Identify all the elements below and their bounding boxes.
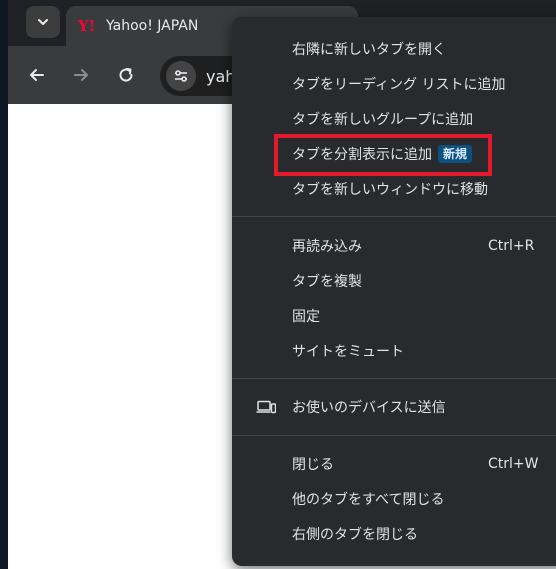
menu-separator [232, 378, 556, 379]
menu-item-close-tabs-right[interactable]: 右側のタブを閉じる [232, 518, 556, 550]
menu-item-shortcut: Ctrl+R [488, 238, 535, 254]
menu-item-mute-site[interactable]: サイトをミュート [232, 335, 556, 367]
menu-item-reload[interactable]: 再読み込み Ctrl+R [232, 230, 556, 262]
menu-item-label: タブを新しいグループに追加 [292, 112, 474, 128]
menu-item-add-to-reading-list[interactable]: タブをリーディング リストに追加 [232, 68, 556, 100]
menu-item-shortcut: Ctrl+W [488, 456, 539, 472]
menu-item-add-to-new-group[interactable]: タブを新しいグループに追加 [232, 103, 556, 135]
tab-search-button[interactable] [26, 6, 60, 38]
menu-item-label: 再読み込み [292, 239, 362, 255]
arrow-left-icon [30, 69, 44, 81]
menu-item-send-to-devices[interactable]: お使いのデバイスに送信 [232, 391, 556, 423]
menu-item-add-to-split-view[interactable]: タブを分割表示に追加 新規 [232, 138, 556, 170]
reload-icon [119, 68, 133, 82]
devices-icon [256, 400, 276, 414]
menu-item-label: 固定 [292, 309, 320, 325]
tab-title: Yahoo! JAPAN [106, 18, 199, 34]
url-text: yah [206, 66, 236, 86]
menu-item-duplicate[interactable]: タブを複製 [232, 265, 556, 297]
site-info-button[interactable] [166, 61, 196, 91]
menu-item-pin[interactable]: 固定 [232, 300, 556, 332]
forward-button[interactable] [68, 62, 94, 88]
menu-item-new-tab-right[interactable]: 右隣に新しいタブを開く [232, 33, 556, 65]
tab-context-menu: 右隣に新しいタブを開く タブをリーディング リストに追加 タブを新しいグループに… [232, 17, 556, 566]
chevron-down-icon [38, 19, 48, 25]
menu-separator [232, 216, 556, 217]
menu-item-label: 他のタブをすべて閉じる [292, 492, 445, 508]
tune-icon [175, 70, 187, 82]
menu-item-label: タブを複製 [292, 274, 362, 290]
reload-button[interactable] [113, 62, 139, 88]
menu-item-close[interactable]: 閉じる Ctrl+W [232, 448, 556, 480]
window-edge [0, 0, 8, 569]
menu-item-label: 閉じる [292, 457, 334, 473]
menu-separator [232, 435, 556, 436]
menu-item-label: 右隣に新しいタブを開く [292, 42, 446, 58]
new-badge: 新規 [438, 145, 473, 163]
back-button[interactable] [24, 62, 50, 88]
arrow-right-icon [74, 69, 88, 81]
menu-item-close-other-tabs[interactable]: 他のタブをすべて閉じる [232, 483, 556, 515]
menu-item-label: タブを新しいウィンドウに移動 [292, 182, 488, 198]
menu-item-move-to-new-window[interactable]: タブを新しいウィンドウに移動 [232, 173, 556, 205]
menu-item-label: タブをリーディング リストに追加 [292, 77, 506, 93]
yahoo-favicon-icon: Y! [78, 17, 96, 35]
menu-item-label: タブを分割表示に追加 [292, 147, 432, 163]
menu-item-label: お使いのデバイスに送信 [292, 400, 446, 416]
menu-item-label: サイトをミュート [292, 344, 404, 360]
menu-item-label: 右側のタブを閉じる [292, 527, 418, 543]
